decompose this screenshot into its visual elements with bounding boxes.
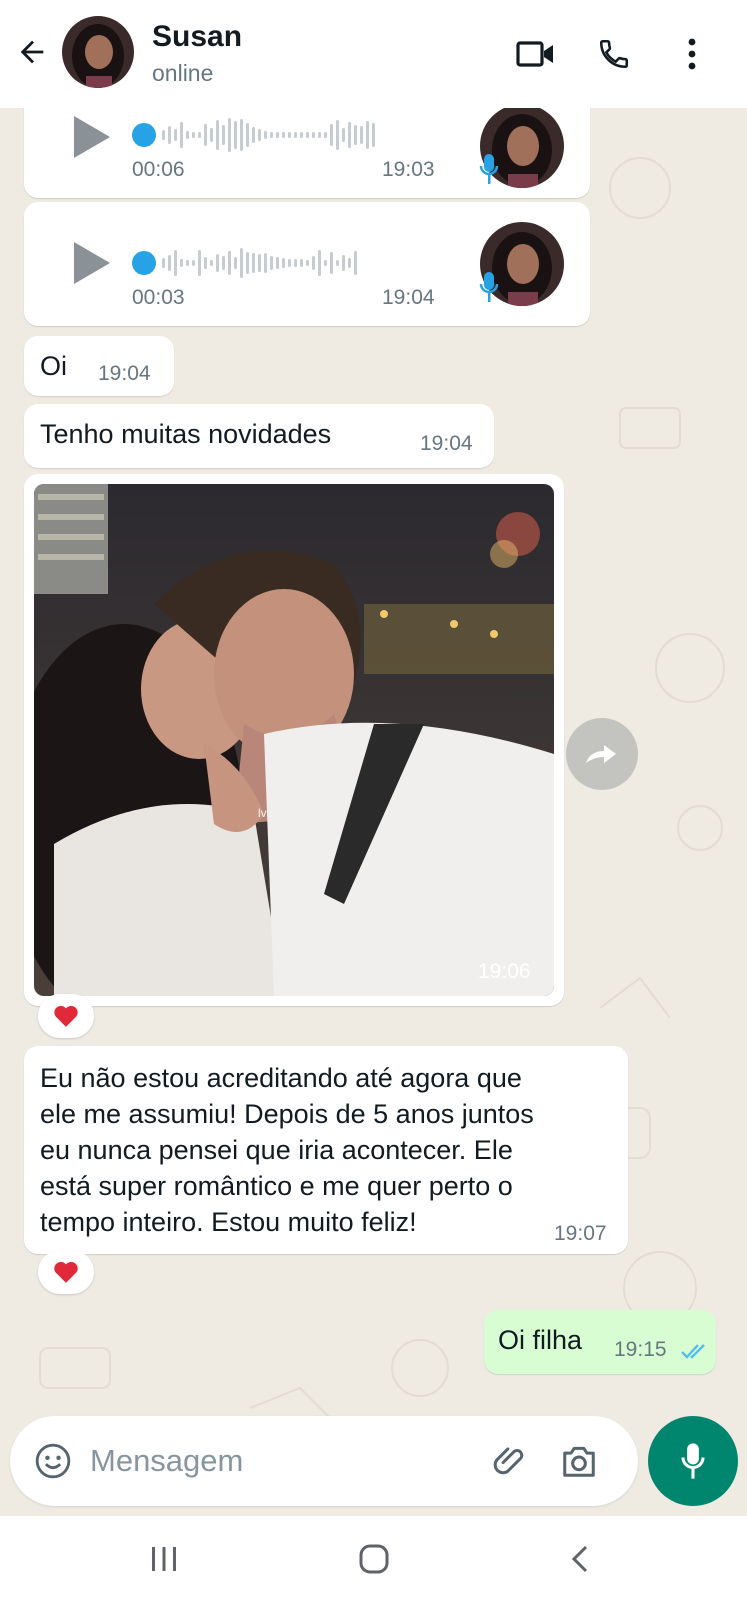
voice-message-bubble[interactable]: 00:06 19:03 [24, 108, 590, 198]
contact-status: online [152, 60, 214, 86]
home-icon[interactable] [346, 1536, 402, 1582]
contact-avatar[interactable] [62, 16, 134, 88]
more-options-icon[interactable] [670, 32, 714, 76]
voice-duration: 00:03 [132, 286, 185, 309]
message-line: ele me assumiu! Depois de 5 anos juntos [40, 1099, 534, 1129]
message-time: 19:03 [382, 158, 435, 181]
shared-photo[interactable]: 19:06 lvs [34, 484, 554, 996]
message-text-block: Eu não estou acreditando até agora que e… [40, 1060, 620, 1240]
message-time: 19:04 [382, 286, 435, 309]
message-input[interactable] [90, 1440, 470, 1482]
chat-header: Susan online [0, 0, 747, 108]
message-line: Eu não estou acreditando até agora que [40, 1063, 522, 1093]
voice-duration: 00:06 [132, 158, 185, 181]
forward-icon[interactable] [566, 718, 638, 790]
message-time: 19:15 [614, 1338, 667, 1361]
image-message-bubble[interactable]: 19:06 lvs [24, 474, 564, 1006]
microphone-badge-icon [479, 272, 499, 302]
voice-progress-dot[interactable] [132, 123, 156, 147]
read-receipt-icon [681, 1344, 705, 1359]
recent-apps-icon[interactable] [136, 1536, 192, 1582]
chat-area[interactable]: 00:06 19:03 00:03 19:04 Oi 19:04 Tenho m… [0, 108, 747, 1518]
message-time: 19:06 [478, 960, 531, 983]
text-message-bubble[interactable]: Oi 19:04 [24, 336, 174, 396]
message-text: Oi [40, 351, 67, 381]
text-message-bubble[interactable]: Eu não estou acreditando até agora que e… [24, 1046, 628, 1254]
back-nav-icon[interactable] [552, 1536, 608, 1582]
camera-icon[interactable] [556, 1438, 602, 1484]
message-composer [10, 1416, 638, 1506]
attach-icon[interactable] [488, 1438, 534, 1484]
contact-name[interactable]: Susan [152, 20, 242, 54]
outgoing-message-bubble[interactable]: Oi filha 19:15 [484, 1310, 716, 1374]
play-icon[interactable] [74, 242, 110, 284]
text-message-bubble[interactable]: Tenho muitas novidades 19:04 [24, 404, 494, 468]
message-time: 19:07 [554, 1222, 607, 1245]
heart-reaction-icon[interactable] [38, 994, 94, 1038]
microphone-icon [681, 1443, 705, 1479]
play-icon[interactable] [74, 116, 110, 158]
waveform[interactable] [162, 243, 357, 283]
back-arrow-icon[interactable] [12, 32, 52, 72]
photo-watermark: lvs [258, 806, 273, 820]
message-line: tempo inteiro. Estou muito feliz! [40, 1207, 417, 1237]
message-time: 19:04 [98, 362, 151, 385]
emoji-icon[interactable] [30, 1438, 76, 1484]
message-text: Tenho muitas novidades [40, 419, 332, 449]
microphone-button[interactable] [648, 1416, 738, 1506]
voice-progress-dot[interactable] [132, 251, 156, 275]
message-text: Oi filha [498, 1325, 583, 1355]
system-navigation-bar [0, 1516, 747, 1600]
waveform[interactable] [162, 115, 375, 155]
microphone-badge-icon [479, 154, 499, 184]
video-call-icon[interactable] [514, 32, 558, 76]
message-time: 19:04 [420, 432, 473, 455]
phone-icon[interactable] [592, 32, 636, 76]
message-line: está super romântico e me quer perto o [40, 1171, 513, 1201]
voice-message-bubble[interactable]: 00:03 19:04 [24, 202, 590, 326]
heart-reaction-icon[interactable] [38, 1250, 94, 1294]
message-line: eu nunca pensei que iria acontecer. Ele [40, 1135, 513, 1165]
